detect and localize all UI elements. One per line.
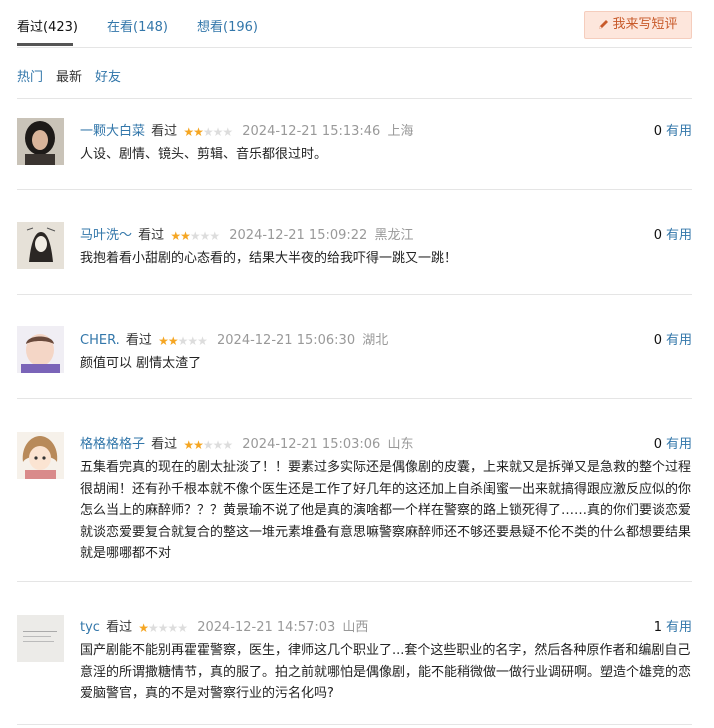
username-link[interactable]: 一颗大白菜 xyxy=(80,124,145,139)
filter-latest[interactable]: 最新 xyxy=(56,66,82,85)
rating-stars: ★★★★★ xyxy=(158,334,208,348)
comment-header: 马叶洗～ 看过 ★★★★★ 2024-12-21 15:09:22 黑龙江 xyxy=(80,224,413,243)
watch-status: 看过 xyxy=(106,620,133,635)
vote-area: 0 有用 xyxy=(654,433,692,452)
comment-time[interactable]: 2024-12-21 15:13:46 xyxy=(242,124,380,139)
comment-text: 五集看完真的现在的剧太扯淡了！！要素过多实际还是偶像剧的皮囊，上来就又是拆弹又是… xyxy=(80,460,692,561)
pencil-icon xyxy=(599,20,609,29)
vote-count: 0 xyxy=(653,228,662,243)
comment-header: tyc 看过 ★★★★★ 2024-12-21 14:57:03 山西 xyxy=(80,616,368,635)
upvote-button[interactable]: 有用 xyxy=(666,228,692,243)
username-link[interactable]: 格格格格子 xyxy=(80,437,145,452)
sort-filter-bar: 热门 最新 好友 xyxy=(17,64,692,99)
comment-header: 格格格格子 看过 ★★★★★ 2024-12-21 15:03:06 山东 xyxy=(80,433,413,452)
write-review-label: 我来写短评 xyxy=(612,17,678,32)
avatar[interactable] xyxy=(17,615,64,662)
comment-item: CHER. 看过 ★★★★★ 2024-12-21 15:06:30 湖北 0有… xyxy=(17,294,692,399)
rating-stars: ★★★★★ xyxy=(183,438,233,452)
tab-watching[interactable]: 在看(148) xyxy=(107,16,168,35)
comment-time[interactable]: 2024-12-21 15:09:22 xyxy=(229,228,367,243)
username-link[interactable]: 马叶洗～ xyxy=(80,228,132,243)
rating-stars: ★★★★★ xyxy=(183,125,233,139)
avatar[interactable] xyxy=(17,118,64,165)
comment-time[interactable]: 2024-12-21 15:03:06 xyxy=(242,437,380,452)
comment-location: 山东 xyxy=(387,437,414,452)
comment-text: 我抱着看小甜剧的心态看的，结果大半夜的给我吓得一跳又一跳！ xyxy=(80,251,458,266)
vote-count: 0 xyxy=(653,437,662,452)
comment-time[interactable]: 2024-12-21 14:57:03 xyxy=(197,620,335,635)
rating-stars: ★★★★★ xyxy=(138,621,188,635)
watch-status: 看过 xyxy=(138,228,165,243)
comment-text: 国产剧能不能别再霍霍警察，医生，律师这几个职业了...套个这些职业的名字，然后各… xyxy=(80,643,692,701)
tab-watched[interactable]: 看过(423) xyxy=(17,16,78,35)
upvote-button[interactable]: 有用 xyxy=(666,437,692,452)
comment-item: 格格格格子 看过 ★★★★★ 2024-12-21 15:03:06 山东 0有… xyxy=(17,398,692,582)
rating-stars: ★★★★★ xyxy=(170,229,220,243)
avatar[interactable] xyxy=(17,326,64,373)
comment-text: 人设、剧情、镜头、剪辑、音乐都很过时。 xyxy=(80,147,328,162)
watch-status: 看过 xyxy=(151,437,178,452)
tab-bar: 看过(423) 在看(148) 想看(196) 我来写短评 xyxy=(17,0,692,48)
comment-text: 颜值可以 剧情太渣了 xyxy=(80,356,202,371)
vote-count: 0 xyxy=(653,333,662,348)
avatar[interactable] xyxy=(17,432,64,479)
vote-count: 0 xyxy=(653,124,662,139)
vote-area: 0 有用 xyxy=(654,224,692,243)
upvote-button[interactable]: 有用 xyxy=(666,124,692,139)
username-link[interactable]: tyc xyxy=(80,620,100,635)
avatar[interactable] xyxy=(17,222,64,269)
comment-header: 一颗大白菜 看过 ★★★★★ 2024-12-21 15:13:46 上海 xyxy=(80,120,413,139)
comment-time[interactable]: 2024-12-21 15:06:30 xyxy=(217,333,355,348)
vote-area: 1 有用 xyxy=(654,616,692,635)
comment-location: 黑龙江 xyxy=(374,228,414,243)
filter-hot[interactable]: 热门 xyxy=(17,66,43,85)
comment-location: 上海 xyxy=(387,124,414,139)
comment-item: tyc 看过 ★★★★★ 2024-12-21 14:57:03 山西 1 有用 … xyxy=(17,581,692,725)
comment-location: 湖北 xyxy=(362,333,389,348)
active-tab-indicator xyxy=(17,43,73,46)
watch-status: 看过 xyxy=(125,333,152,348)
comment-item: 马叶洗～ 看过 ★★★★★ 2024-12-21 15:09:22 黑龙江 0有… xyxy=(17,189,692,295)
watch-status: 看过 xyxy=(151,124,178,139)
vote-count: 1 xyxy=(653,620,662,635)
vote-area: 0 有用 xyxy=(654,120,692,139)
upvote-button[interactable]: 有用 xyxy=(666,620,692,635)
comment-item: 一颗大白菜 看过 ★★★★★ 2024-12-21 15:13:46 上海 0有… xyxy=(17,98,692,190)
filter-friends[interactable]: 好友 xyxy=(95,66,121,85)
upvote-button[interactable]: 有用 xyxy=(666,333,692,348)
username-link[interactable]: CHER. xyxy=(80,333,120,348)
write-review-button[interactable]: 我来写短评 xyxy=(584,11,692,39)
comment-location: 山西 xyxy=(342,620,369,635)
tab-want-to-watch[interactable]: 想看(196) xyxy=(197,16,258,35)
vote-area: 0 有用 xyxy=(654,329,692,348)
comment-header: CHER. 看过 ★★★★★ 2024-12-21 15:06:30 湖北 xyxy=(80,329,388,348)
